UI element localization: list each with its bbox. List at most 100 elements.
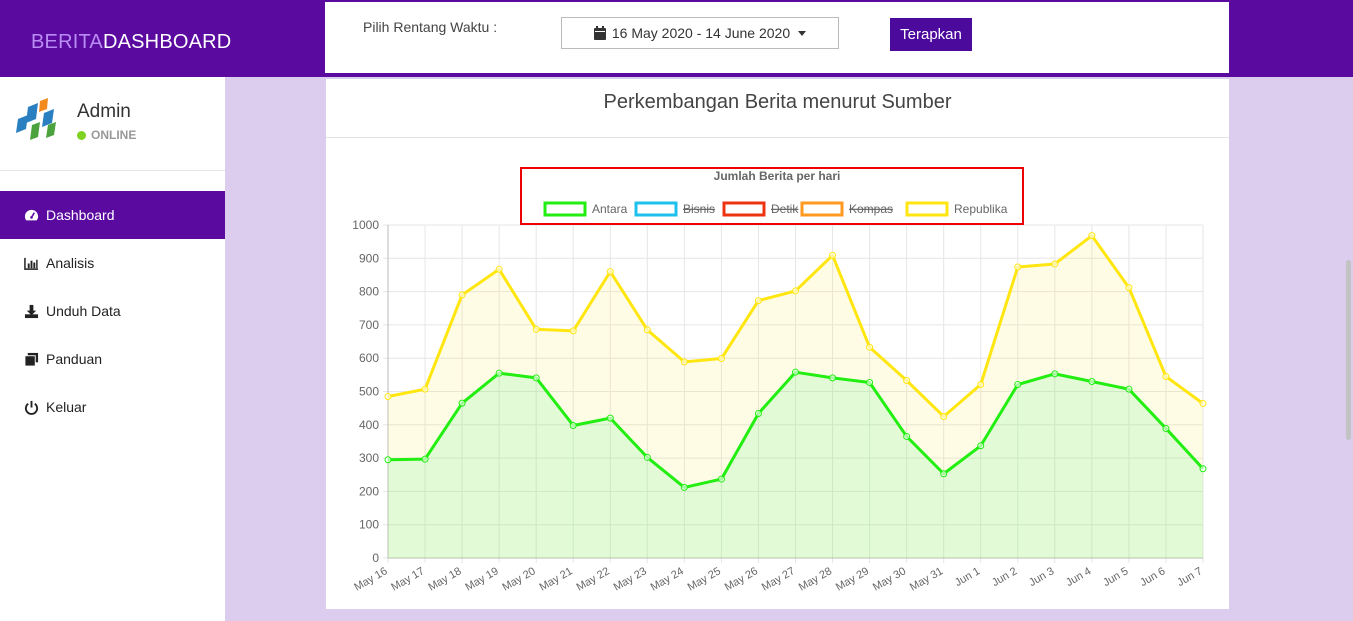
data-point-antara[interactable] [1014, 381, 1022, 389]
y-tick-label: 500 [359, 385, 379, 399]
data-point-antara[interactable] [384, 456, 392, 464]
data-point-republika[interactable] [903, 377, 911, 385]
sidebar-item-label: Panduan [46, 351, 103, 367]
data-point-republika[interactable] [1162, 373, 1170, 381]
sidebar-item-label: Keluar [46, 399, 87, 415]
online-dot-icon [77, 130, 86, 140]
data-point-republika[interactable] [495, 265, 503, 273]
data-point-antara[interactable] [1199, 465, 1207, 473]
data-point-antara[interactable] [606, 414, 614, 422]
legend-item-bisnis[interactable]: Bisnis [683, 202, 715, 216]
x-tick-label: Jun 4 [1064, 565, 1093, 589]
data-point-antara[interactable] [458, 399, 466, 407]
data-point-republika[interactable] [1199, 399, 1207, 407]
data-point-republika[interactable] [1125, 284, 1133, 292]
data-point-antara[interactable] [792, 368, 799, 376]
brand-logo-text[interactable]: BERITADASHBOARD [31, 31, 231, 54]
data-point-antara[interactable] [680, 483, 688, 491]
x-tick-label: May 19 [463, 565, 500, 593]
data-point-antara[interactable] [569, 421, 577, 429]
user-status: ONLINE [77, 128, 136, 142]
legend-swatch-republika[interactable] [905, 201, 949, 217]
data-point-republika[interactable] [532, 325, 540, 333]
x-tick-label: May 23 [612, 565, 649, 593]
legend-swatch-antara[interactable] [543, 201, 587, 217]
data-point-republika[interactable] [754, 297, 762, 305]
data-point-antara[interactable] [977, 442, 985, 450]
data-point-antara[interactable] [532, 374, 540, 382]
sidebar-item-keluar[interactable]: Keluar [0, 383, 225, 431]
data-point-republika[interactable] [421, 385, 429, 393]
download-icon [24, 304, 39, 319]
caret-down-icon [798, 30, 807, 36]
y-tick-label: 600 [359, 351, 379, 365]
sidebar-item-analisis[interactable]: Analisis [0, 239, 225, 287]
data-point-republika[interactable] [940, 412, 948, 420]
data-point-republika[interactable] [680, 358, 688, 366]
series-area-antara [388, 372, 1203, 558]
data-point-republika[interactable] [792, 287, 799, 295]
sidebar-item-unduh-data[interactable]: Unduh Data [0, 287, 225, 335]
data-point-republika[interactable] [569, 327, 577, 335]
sidebar: Admin ONLINE Dashboard Analisis Unduh Da… [0, 77, 225, 621]
sidebar-item-panduan[interactable]: Panduan [0, 335, 225, 383]
data-point-antara[interactable] [495, 369, 503, 377]
data-point-antara[interactable] [1088, 378, 1096, 386]
date-filter-panel: Pilih Rentang Waktu : 16 May 2020 - 14 J… [325, 2, 1229, 73]
sidebar-item-dashboard[interactable]: Dashboard [0, 191, 225, 239]
date-range-picker[interactable]: 16 May 2020 - 14 June 2020 [561, 17, 839, 49]
sidebar-menu: Dashboard Analisis Unduh Data Panduan Ke… [0, 191, 225, 431]
apply-button[interactable]: Terapkan [890, 18, 972, 51]
legend-item-antara[interactable]: Antara [592, 202, 628, 216]
data-point-republika[interactable] [384, 392, 392, 400]
legend-swatch-kompas[interactable] [800, 201, 844, 217]
data-point-republika[interactable] [643, 326, 651, 334]
data-point-antara[interactable] [829, 374, 837, 382]
x-tick-label: May 30 [871, 565, 908, 593]
chart-panel: Perkembangan Berita menurut Sumber 0 100 2… [326, 79, 1229, 609]
data-point-antara[interactable] [1125, 385, 1133, 393]
data-point-republika[interactable] [1088, 232, 1096, 240]
y-tick-label: 400 [359, 418, 379, 432]
data-point-antara[interactable] [866, 379, 874, 387]
y-tick-label: 300 [359, 451, 379, 465]
data-point-republika[interactable] [1051, 260, 1059, 268]
x-tick-label: Jun 3 [1027, 565, 1056, 589]
date-range-value: 16 May 2020 - 14 June 2020 [611, 25, 791, 41]
x-tick-label: Jun 7 [1175, 565, 1204, 589]
data-point-republika[interactable] [829, 251, 837, 259]
y-tick-label: 0 [372, 551, 379, 565]
data-point-republika[interactable] [866, 343, 874, 351]
legend-item-detik[interactable]: Detik [771, 202, 799, 216]
data-point-republika[interactable] [606, 268, 614, 276]
legend-swatch-detik[interactable] [722, 201, 766, 217]
data-point-antara[interactable] [1162, 424, 1170, 432]
bar-chart-icon [24, 256, 39, 271]
data-point-antara[interactable] [754, 409, 762, 417]
user-name: Admin [77, 101, 131, 122]
user-status-text: ONLINE [91, 128, 137, 142]
legend-item-republika[interactable]: Republika [954, 202, 1008, 216]
page-scrollbar[interactable] [1346, 260, 1351, 440]
sidebar-item-label: Dashboard [46, 207, 115, 223]
legend-item-kompas[interactable]: Kompas [849, 202, 893, 216]
legend-swatch-bisnis[interactable] [634, 201, 678, 217]
data-point-antara[interactable] [903, 432, 911, 440]
dashboard-icon [24, 208, 39, 223]
data-point-republika[interactable] [977, 381, 985, 389]
data-point-antara[interactable] [940, 470, 948, 478]
x-tick-label: May 24 [649, 565, 686, 593]
y-tick-label: 200 [359, 484, 379, 498]
user-panel: Admin ONLINE [0, 77, 225, 171]
x-tick-label: May 26 [723, 565, 760, 593]
data-point-antara[interactable] [643, 453, 651, 461]
data-point-republika[interactable] [717, 355, 725, 363]
x-tick-label: May 22 [575, 565, 612, 593]
y-tick-label: 800 [359, 285, 379, 299]
data-point-antara[interactable] [1051, 370, 1059, 378]
data-point-antara[interactable] [421, 455, 429, 463]
data-point-antara[interactable] [717, 475, 725, 483]
data-point-republika[interactable] [458, 291, 466, 299]
x-tick-label: Jun 5 [1101, 565, 1130, 589]
data-point-republika[interactable] [1014, 263, 1022, 271]
